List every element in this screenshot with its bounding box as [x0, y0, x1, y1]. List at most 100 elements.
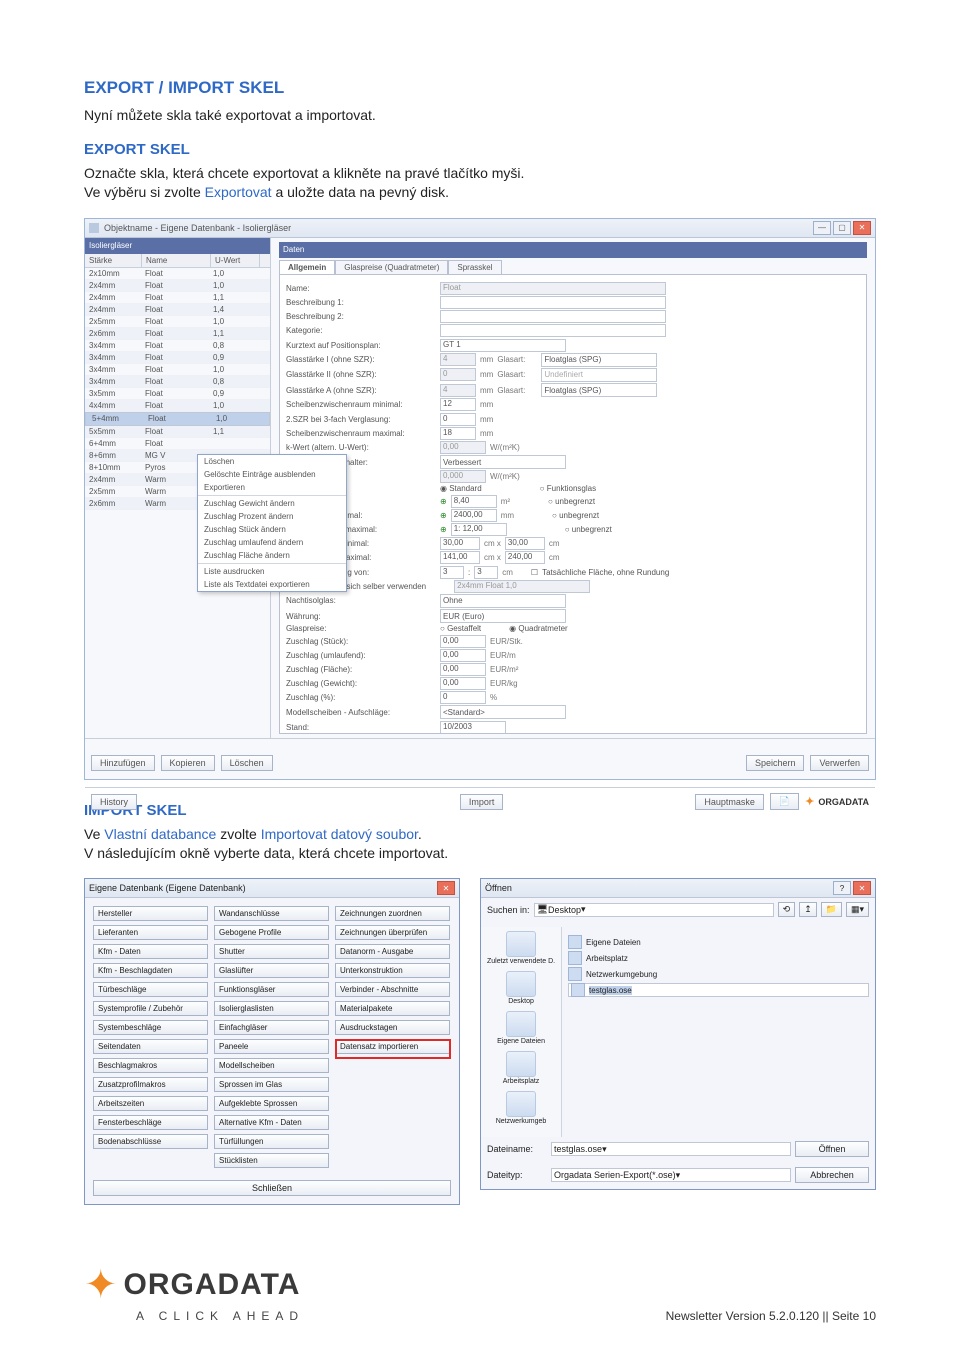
dlg1-button[interactable]: Türbeschläge: [93, 982, 208, 997]
input-abmax2[interactable]: 240,00: [505, 551, 545, 564]
context-menu-item[interactable]: Zuschlag Fläche ändern: [198, 549, 346, 562]
context-menu-item[interactable]: Exportieren: [198, 481, 346, 494]
dlg1-button[interactable]: Hersteller: [93, 906, 208, 921]
input-kurztext[interactable]: GT 1: [440, 339, 566, 352]
dlg1-button[interactable]: Arbeitszeiten: [93, 1096, 208, 1111]
tab-glaspreise[interactable]: Glaspreise (Quadratmeter): [335, 260, 448, 274]
places-item[interactable]: Netzwerkumgeb: [496, 1091, 547, 1125]
dlg1-button[interactable]: Paneele: [214, 1039, 329, 1054]
select-glasart3[interactable]: Floatglas (SPG): [541, 383, 657, 397]
input-szrmax[interactable]: 18: [440, 427, 476, 440]
radio-unbegrenzt3[interactable]: unbegrenzt: [565, 525, 612, 534]
input-sv[interactable]: 1: 12,00: [451, 523, 507, 536]
dlg1-button[interactable]: Lieferanten: [93, 925, 208, 940]
dlg2-close-button[interactable]: ✕: [853, 881, 871, 895]
dlg1-button[interactable]: Gebogene Profile: [214, 925, 329, 940]
input-abmin1[interactable]: 30,00: [440, 537, 480, 550]
dlg1-button[interactable]: Modellscheiben: [214, 1058, 329, 1073]
context-menu-item[interactable]: Zuschlag Gewicht ändern: [198, 497, 346, 510]
input-zp[interactable]: 0: [440, 691, 486, 704]
nav-up-icon[interactable]: ↥: [799, 902, 817, 917]
dlg1-button[interactable]: Sprossen im Glas: [214, 1077, 329, 1092]
dlg1-button[interactable]: Ausdruckstagen: [335, 1020, 450, 1035]
input-zu[interactable]: 0,00: [440, 649, 486, 662]
input-zg[interactable]: 0,00: [440, 677, 486, 690]
file-item[interactable]: Arbeitsplatz: [568, 951, 869, 965]
select-suchen-in[interactable]: 🖥 Desktop ▾: [534, 903, 774, 917]
context-menu-item[interactable]: Löschen: [198, 455, 346, 468]
radio-standard[interactable]: Standard: [440, 484, 482, 493]
col-name[interactable]: Name: [142, 254, 211, 267]
dlg1-button[interactable]: Unterkonstruktion: [335, 963, 450, 978]
dlg1-button[interactable]: Verbinder - Abschnitte: [335, 982, 450, 997]
button-import[interactable]: Import: [460, 794, 504, 810]
col-uwert[interactable]: U-Wert: [211, 254, 260, 267]
context-menu-item[interactable]: Gelöschte Einträge ausblenden: [198, 468, 346, 481]
table-row[interactable]: 3x4mmFloat0,8: [85, 340, 270, 352]
input-zf[interactable]: 0,00: [440, 663, 486, 676]
dlg1-button[interactable]: Zeichnungen überprüfen: [335, 925, 450, 940]
table-row[interactable]: 4x4mmFloat1,0: [85, 400, 270, 412]
button-hauptmaske[interactable]: Hauptmaske: [695, 794, 764, 810]
input-stand[interactable]: 10/2003: [440, 721, 506, 734]
select-wah[interactable]: EUR (Euro): [440, 609, 566, 623]
table-row[interactable]: 2x4mmFloat1,4: [85, 304, 270, 316]
dlg1-button[interactable]: Funktionsgläser: [214, 982, 329, 997]
nav-back-icon[interactable]: ⟲: [778, 902, 796, 917]
view-icon[interactable]: ▦▾: [846, 902, 869, 917]
maximize-button[interactable]: ▢: [833, 221, 851, 235]
file-item[interactable]: Eigene Dateien: [568, 935, 869, 949]
dlg1-button[interactable]: Zeichnungen zuordnen: [335, 906, 450, 921]
input-slmax[interactable]: 2400,00: [451, 509, 497, 522]
table-row[interactable]: 2x4mmFloat1,0: [85, 280, 270, 292]
places-item[interactable]: Eigene Dateien: [497, 1011, 545, 1045]
dlg1-button[interactable]: Kfm - Beschlagdaten: [93, 963, 208, 978]
dlg1-button[interactable]: Wandanschlüsse: [214, 906, 329, 921]
table-row[interactable]: 5+4mmFloat1,0: [85, 412, 270, 426]
dlg1-button[interactable]: Bodenabschlüsse: [93, 1134, 208, 1149]
select-glasart1[interactable]: Floatglas (SPG): [541, 353, 657, 367]
context-menu[interactable]: LöschenGelöschte Einträge ausblendenExpo…: [197, 454, 347, 592]
button-verwerfen[interactable]: Verwerfen: [810, 755, 869, 771]
table-row[interactable]: 5x5mmFloat1,1: [85, 426, 270, 438]
button-speichern[interactable]: Speichern: [746, 755, 805, 771]
dlg1-button[interactable]: Fensterbeschläge: [93, 1115, 208, 1130]
table-row[interactable]: 2x6mmFloat1,1: [85, 328, 270, 340]
input-ihb1[interactable]: 3: [440, 566, 464, 579]
input-besch1[interactable]: [440, 296, 666, 309]
select-mod[interactable]: <Standard>: [440, 705, 566, 719]
context-menu-item[interactable]: Zuschlag Prozent ändern: [198, 510, 346, 523]
dlg1-close-button[interactable]: ✕: [437, 881, 455, 895]
dlg1-button[interactable]: Systemprofile / Zubehör: [93, 1001, 208, 1016]
button-history[interactable]: History: [91, 794, 137, 810]
dlg1-button[interactable]: Materialpakete: [335, 1001, 450, 1016]
places-item[interactable]: Arbeitsplatz: [503, 1051, 540, 1085]
input-szr2[interactable]: 0: [440, 413, 476, 426]
dlg1-button[interactable]: Zusatzprofilmakros: [93, 1077, 208, 1092]
context-menu-item[interactable]: Liste ausdrucken: [198, 565, 346, 578]
table-row[interactable]: 2x5mmFloat1,0: [85, 316, 270, 328]
file-item[interactable]: testglas.ose: [568, 983, 869, 997]
dlg1-button[interactable]: Einfachgläser: [214, 1020, 329, 1035]
context-menu-item[interactable]: Zuschlag Stück ändern: [198, 523, 346, 536]
dlg1-button[interactable]: Isolierglaslisten: [214, 1001, 329, 1016]
radio-quadratmeter[interactable]: Quadratmeter: [509, 624, 568, 633]
select-night[interactable]: Ohne: [440, 594, 566, 608]
table-row[interactable]: 3x4mmFloat0,9: [85, 352, 270, 364]
close-button[interactable]: ✕: [853, 221, 871, 235]
radio-unbegrenzt1[interactable]: unbegrenzt: [548, 497, 595, 506]
input-inhmax[interactable]: 8,40: [451, 495, 497, 508]
tab-sprasskel[interactable]: Sprasskel: [448, 260, 501, 274]
dlg1-button[interactable]: Seitendaten: [93, 1039, 208, 1054]
dlg1-schliessen-button[interactable]: Schließen: [93, 1180, 451, 1196]
table-row[interactable]: 2x10mmFloat1,0: [85, 268, 270, 280]
button-hinzufuegen[interactable]: Hinzufügen: [91, 755, 155, 771]
radio-funktionsglas[interactable]: Funktionsglas: [540, 484, 596, 493]
dlg1-button[interactable]: Türfüllungen: [214, 1134, 329, 1149]
dlg1-button[interactable]: Glaslüfter: [214, 963, 329, 978]
table-row[interactable]: 6+4mmFloat: [85, 438, 270, 450]
input-abmax1[interactable]: 141,00: [440, 551, 480, 564]
context-menu-item[interactable]: Zuschlag umlaufend ändern: [198, 536, 346, 549]
input-kategorie[interactable]: [440, 324, 666, 337]
table-row[interactable]: 3x4mmFloat0,8: [85, 376, 270, 388]
